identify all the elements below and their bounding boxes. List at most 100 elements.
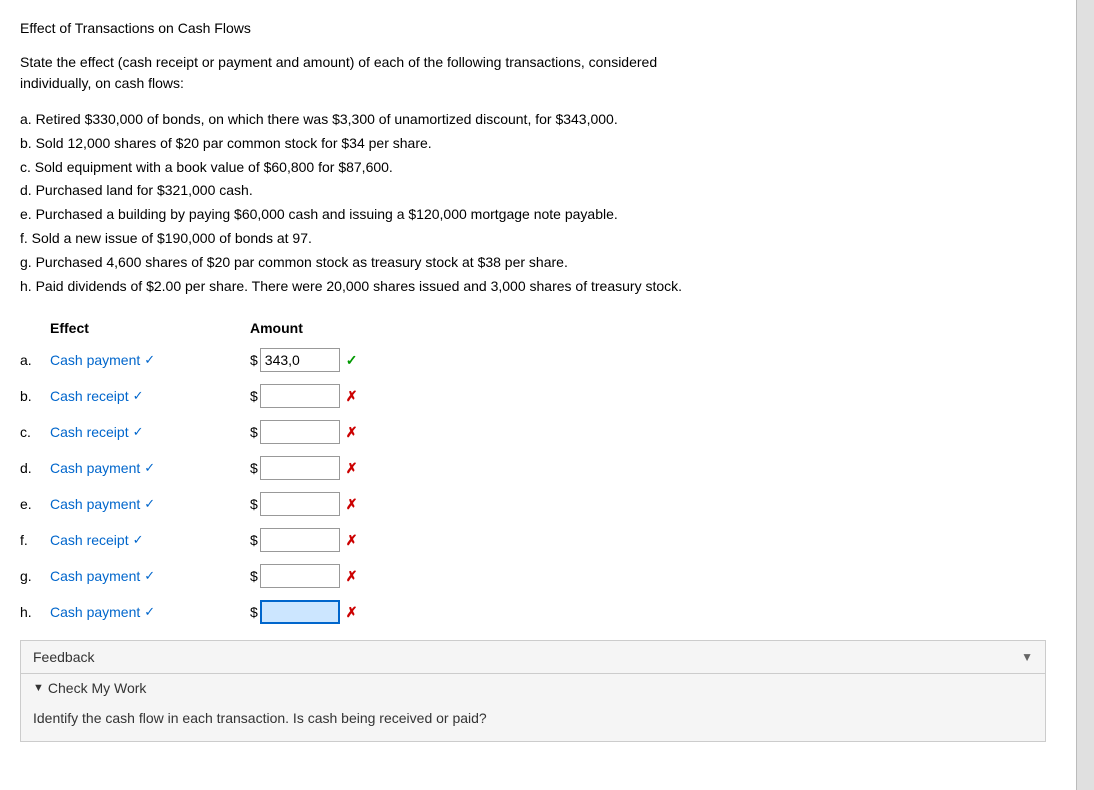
amount-input[interactable] [260, 564, 340, 588]
effect-wrapper: Cash receipt ✓ [50, 388, 250, 404]
effect-check-icon[interactable]: ✓ [133, 532, 144, 548]
effect-check-icon[interactable]: ✓ [144, 352, 155, 368]
transaction-item: c. Sold equipment with a book value of $… [20, 156, 1046, 180]
transaction-item: a. Retired $330,000 of bonds, on which t… [20, 108, 1046, 132]
row-letter: d. [20, 460, 50, 476]
effect-value[interactable]: Cash receipt [50, 388, 129, 404]
effect-value[interactable]: Cash payment [50, 460, 140, 476]
transactions-list: a. Retired $330,000 of bonds, on which t… [20, 108, 1046, 298]
transaction-item: b. Sold 12,000 shares of $20 par common … [20, 132, 1046, 156]
amount-input[interactable] [260, 420, 340, 444]
transaction-item: h. Paid dividends of $2.00 per share. Th… [20, 275, 1046, 299]
page-title: Effect of Transactions on Cash Flows [20, 20, 1046, 36]
effect-value[interactable]: Cash payment [50, 604, 140, 620]
effect-value[interactable]: Cash payment [50, 496, 140, 512]
transaction-item: d. Purchased land for $321,000 cash. [20, 179, 1046, 203]
dollar-sign: $ [250, 496, 258, 512]
x-icon[interactable]: ✗ [346, 496, 358, 513]
amount-wrapper: $✓ [250, 348, 430, 372]
x-icon[interactable]: ✗ [346, 424, 358, 441]
answer-table: Effect Amount a.Cash payment ✓$✓b.Cash r… [20, 316, 1046, 630]
table-header-row: Effect Amount [20, 316, 1046, 342]
x-icon[interactable]: ✗ [346, 604, 358, 621]
amount-input[interactable] [260, 456, 340, 480]
amount-input[interactable] [260, 600, 340, 624]
transaction-item: f. Sold a new issue of $190,000 of bonds… [20, 227, 1046, 251]
feedback-header: Feedback ▼ [21, 641, 1045, 674]
x-icon[interactable]: ✗ [346, 460, 358, 477]
amount-wrapper: $✗ [250, 492, 430, 516]
dollar-sign: $ [250, 424, 258, 440]
effect-check-icon[interactable]: ✓ [144, 460, 155, 476]
x-icon[interactable]: ✗ [346, 532, 358, 549]
amount-wrapper: $✗ [250, 564, 430, 588]
answer-row: b.Cash receipt ✓$✗ [20, 378, 1046, 414]
amount-wrapper: $✗ [250, 528, 430, 552]
amount-wrapper: $✗ [250, 420, 430, 444]
answer-row: g.Cash payment ✓$✗ [20, 558, 1046, 594]
check-my-work-label: Check My Work [48, 680, 147, 696]
dollar-sign: $ [250, 604, 258, 620]
row-letter: b. [20, 388, 50, 404]
row-letter: h. [20, 604, 50, 620]
dollar-sign: $ [250, 568, 258, 584]
effect-check-icon[interactable]: ✓ [144, 496, 155, 512]
main-container: Effect of Transactions on Cash Flows Sta… [0, 0, 1094, 790]
effect-wrapper: Cash receipt ✓ [50, 532, 250, 548]
effect-wrapper: Cash payment ✓ [50, 568, 250, 584]
instructions: State the effect (cash receipt or paymen… [20, 52, 1046, 94]
instructions-line2: individually, on cash flows: [20, 73, 1046, 94]
effect-column-header: Effect [50, 320, 250, 336]
effect-wrapper: Cash payment ✓ [50, 352, 250, 368]
content-area: Effect of Transactions on Cash Flows Sta… [0, 0, 1076, 790]
transaction-item: g. Purchased 4,600 shares of $20 par com… [20, 251, 1046, 275]
row-letter: c. [20, 424, 50, 440]
amount-input[interactable] [260, 348, 340, 372]
dollar-sign: $ [250, 460, 258, 476]
feedback-text: Identify the cash flow in each transacti… [21, 702, 1045, 741]
amount-wrapper: $✗ [250, 384, 430, 408]
row-letter: g. [20, 568, 50, 584]
amount-input[interactable] [260, 492, 340, 516]
feedback-arrow-icon[interactable]: ▼ [1021, 650, 1033, 664]
x-icon[interactable]: ✗ [346, 568, 358, 585]
instructions-line1: State the effect (cash receipt or paymen… [20, 52, 1046, 73]
amount-input[interactable] [260, 384, 340, 408]
answer-row: a.Cash payment ✓$✓ [20, 342, 1046, 378]
dollar-sign: $ [250, 352, 258, 368]
amount-column-header: Amount [250, 320, 450, 336]
dollar-sign: $ [250, 532, 258, 548]
effect-check-icon[interactable]: ✓ [133, 424, 144, 440]
effect-wrapper: Cash payment ✓ [50, 460, 250, 476]
effect-wrapper: Cash payment ✓ [50, 496, 250, 512]
col-letter-header [20, 320, 50, 336]
effect-value[interactable]: Cash receipt [50, 424, 129, 440]
effect-value[interactable]: Cash payment [50, 568, 140, 584]
answer-row: h.Cash payment ✓$✗ [20, 594, 1046, 630]
amount-wrapper: $✗ [250, 456, 430, 480]
transaction-item: e. Purchased a building by paying $60,00… [20, 203, 1046, 227]
effect-value[interactable]: Cash payment [50, 352, 140, 368]
amount-wrapper: $✗ [250, 600, 430, 624]
answer-row: f.Cash receipt ✓$✗ [20, 522, 1046, 558]
check-my-work-arrow-icon: ▼ [33, 682, 44, 694]
answer-row: e.Cash payment ✓$✗ [20, 486, 1046, 522]
effect-value[interactable]: Cash receipt [50, 532, 129, 548]
row-letter: f. [20, 532, 50, 548]
answer-row: d.Cash payment ✓$✗ [20, 450, 1046, 486]
x-icon[interactable]: ✓ [346, 352, 358, 369]
answer-rows-container: a.Cash payment ✓$✓b.Cash receipt ✓$✗c.Ca… [20, 342, 1046, 630]
effect-check-icon[interactable]: ✓ [144, 604, 155, 620]
feedback-label: Feedback [33, 649, 94, 665]
check-my-work-row[interactable]: ▼ Check My Work [21, 674, 1045, 702]
effect-check-icon[interactable]: ✓ [144, 568, 155, 584]
effect-check-icon[interactable]: ✓ [133, 388, 144, 404]
scrollbar[interactable] [1076, 0, 1094, 790]
dollar-sign: $ [250, 388, 258, 404]
x-icon[interactable]: ✗ [346, 388, 358, 405]
amount-input[interactable] [260, 528, 340, 552]
effect-wrapper: Cash receipt ✓ [50, 424, 250, 440]
row-letter: e. [20, 496, 50, 512]
row-letter: a. [20, 352, 50, 368]
feedback-section: Feedback ▼ ▼ Check My Work Identify the … [20, 640, 1046, 742]
